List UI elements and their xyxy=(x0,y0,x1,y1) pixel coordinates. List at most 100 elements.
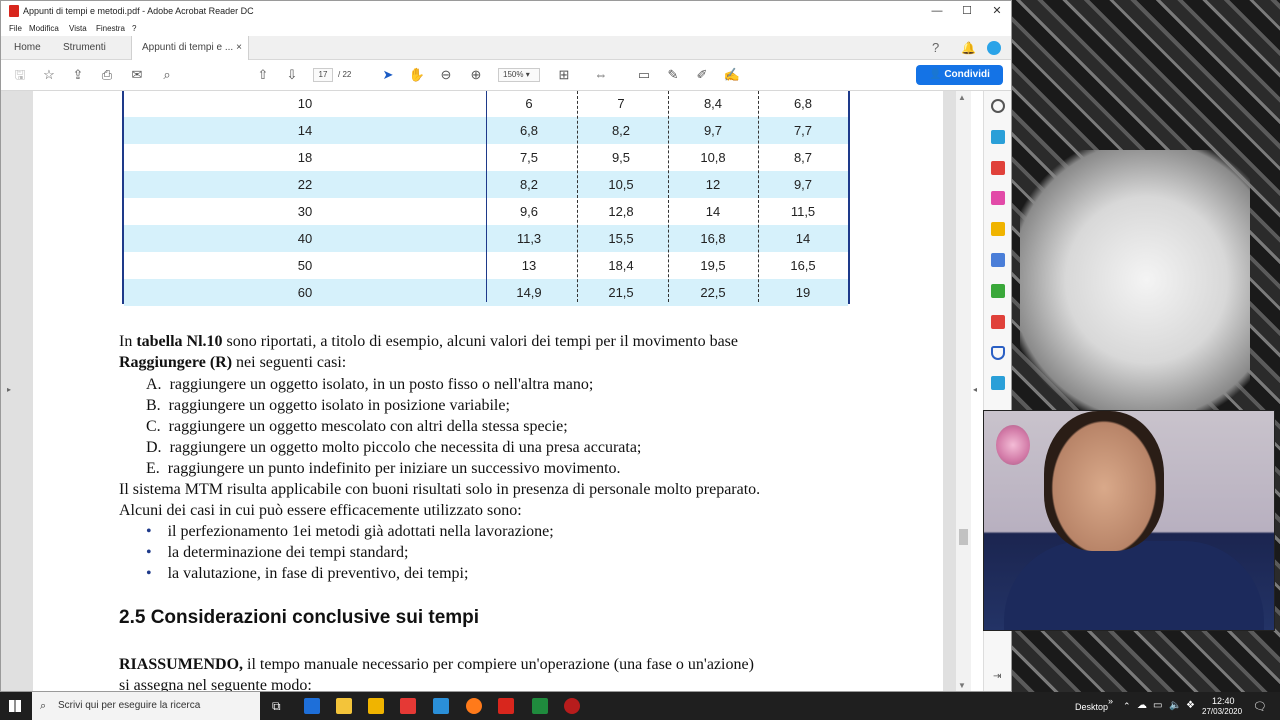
account-avatar[interactable] xyxy=(987,41,1001,55)
scroll-up-icon[interactable]: ▲ xyxy=(958,93,966,102)
draw-icon[interactable]: ✐ xyxy=(693,66,711,84)
tab-tools[interactable]: Strumenti xyxy=(63,36,106,60)
scroll-down-icon[interactable]: ▼ xyxy=(958,681,966,690)
table-cell: 10 xyxy=(297,96,313,111)
help-icon[interactable]: ? xyxy=(932,36,939,60)
table-cell: 6 xyxy=(525,96,533,111)
sign-icon[interactable] xyxy=(991,315,1005,329)
zoom-in-icon[interactable]: ⊕ xyxy=(467,66,485,84)
zoom-value: 150% xyxy=(503,70,524,79)
table-cell: 7,7 xyxy=(793,123,813,138)
upload-cloud-icon[interactable]: ⇪ xyxy=(69,66,87,84)
scroll-thumb[interactable] xyxy=(959,529,968,545)
zoom-out-icon[interactable]: ⊖ xyxy=(437,66,455,84)
share-user-icon: 👤 xyxy=(929,69,945,80)
recorder-icon[interactable] xyxy=(564,698,580,714)
table-divider xyxy=(577,91,578,302)
zoom-tool-icon[interactable] xyxy=(991,99,1005,113)
person-body xyxy=(1004,541,1264,630)
page-number-input[interactable]: 17 xyxy=(313,68,333,82)
tray-up-icon[interactable]: ⌃ xyxy=(1123,701,1131,712)
network-icon[interactable]: ▭ xyxy=(1153,700,1162,711)
hand-tool-icon[interactable]: ✋ xyxy=(408,66,426,84)
edge-icon[interactable] xyxy=(304,698,320,714)
cloud-icon[interactable]: ☁ xyxy=(1137,700,1147,711)
organize-pages-icon[interactable] xyxy=(991,191,1005,205)
tab-close-icon[interactable]: × xyxy=(236,36,242,60)
star-icon[interactable]: ☆ xyxy=(40,66,58,84)
acrobat-window: Appunti di tempi e metodi.pdf - Adobe Ac… xyxy=(0,0,1012,692)
menu-modifica[interactable]: Modifica xyxy=(29,24,59,33)
volume-icon[interactable]: 🔈 xyxy=(1169,700,1181,711)
table-cell: 14 xyxy=(297,123,313,138)
pdf-page: 10 6 7 8,4 6,8 14 6,8 8,2 9,7 7,7 18 7,5 9,5 10,8 8,7 2… xyxy=(33,91,943,691)
excel-icon[interactable] xyxy=(532,698,548,714)
fill-sign-icon[interactable]: ✍ xyxy=(723,66,741,84)
page-down-icon[interactable]: ⇩ xyxy=(283,66,301,84)
menu-vista[interactable]: Vista xyxy=(69,24,87,33)
tab-document[interactable]: Appunti di tempi e ... × xyxy=(131,36,249,60)
select-cursor-icon[interactable]: ➤ xyxy=(379,66,397,84)
toolbar: 🖫 ☆ ⇪ ⎙ ✉ ⌕ ⇧ ⇩ 17 / 22 ➤ ✋ ⊖ ⊕ 150% ▾ ⊞… xyxy=(1,60,1011,91)
menu-help[interactable]: ? xyxy=(132,24,136,33)
clock-time[interactable]: 12:40 xyxy=(1212,696,1235,706)
page-up-icon[interactable]: ⇧ xyxy=(254,66,272,84)
minimize-button[interactable]: — xyxy=(923,3,951,19)
table-cell: 18 xyxy=(297,150,313,165)
table-cell: 8,2 xyxy=(611,123,631,138)
send-track-icon[interactable] xyxy=(991,376,1005,390)
fill-form-icon[interactable] xyxy=(991,284,1005,298)
pdf-file-icon xyxy=(9,5,19,17)
export-pdf-icon[interactable] xyxy=(991,161,1005,175)
bell-icon[interactable]: 🔔 xyxy=(961,36,976,60)
table-divider xyxy=(486,91,487,302)
windows-start-icon[interactable] xyxy=(9,700,21,712)
maximize-button[interactable]: ☐ xyxy=(953,3,981,19)
email-icon[interactable]: ✉ xyxy=(128,66,146,84)
fit-page-icon[interactable]: ⊞ xyxy=(555,66,573,84)
taskbar: ⌕ Scrivi qui per eseguire la ricerca ⧉ D… xyxy=(0,692,1280,720)
mail-icon[interactable] xyxy=(433,698,449,714)
protect-shield-icon[interactable] xyxy=(991,346,1005,360)
search-icon[interactable]: ⌕ xyxy=(158,66,176,84)
highlight-pen-icon[interactable]: ✎ xyxy=(664,66,682,84)
table-cell: 9,7 xyxy=(703,123,723,138)
table-cell: 18,4 xyxy=(608,258,634,273)
create-pdf-icon[interactable] xyxy=(991,130,1005,144)
dropbox-icon[interactable]: ❖ xyxy=(1186,700,1195,711)
toolbar-chevron-icon[interactable]: » xyxy=(1108,696,1113,706)
expand-panel-icon[interactable]: ⇥ xyxy=(993,671,1001,682)
task-view-icon[interactable]: ⧉ xyxy=(272,699,281,714)
clock-date[interactable]: 27/03/2020 xyxy=(1202,707,1242,716)
menu-file[interactable]: File xyxy=(9,24,22,33)
combine-files-icon[interactable] xyxy=(991,253,1005,267)
right-panel-toggle-icon[interactable]: ◂ xyxy=(973,385,977,394)
gift-app-icon[interactable] xyxy=(400,698,416,714)
file-explorer-icon[interactable] xyxy=(336,698,352,714)
comment-icon[interactable]: ▭ xyxy=(635,66,653,84)
bullet-item: • il perfezionamento 1ei metodi già adot… xyxy=(146,523,554,540)
menu-finestra[interactable]: Finestra xyxy=(96,24,125,33)
table-cell: 22,5 xyxy=(700,285,726,300)
save-icon[interactable]: 🖫 xyxy=(11,66,29,84)
title-bar: Appunti di tempi e metodi.pdf - Adobe Ac… xyxy=(1,1,1011,21)
notifications-icon[interactable]: 🗨 xyxy=(1253,700,1267,713)
scroll-mode-icon[interactable]: ⇔ xyxy=(592,66,610,84)
close-window-button[interactable]: ✕ xyxy=(983,3,1011,19)
bullet-item: • la valutazione, in fase di preventivo,… xyxy=(146,565,469,582)
print-icon[interactable]: ⎙ xyxy=(98,66,116,84)
taskbar-search-input[interactable]: ⌕ Scrivi qui per eseguire la ricerca xyxy=(32,692,260,720)
tab-home[interactable]: Home xyxy=(14,36,41,60)
store-icon[interactable] xyxy=(368,698,384,714)
list-item: E. raggiungere un punto indefinito per i… xyxy=(146,460,621,477)
firefox-icon[interactable] xyxy=(466,698,482,714)
zoom-select[interactable]: 150% ▾ xyxy=(498,68,540,82)
comment-tool-icon[interactable] xyxy=(991,222,1005,236)
table-cell: 12 xyxy=(705,177,721,192)
left-panel-toggle-icon[interactable]: ▸ xyxy=(7,385,11,394)
desktop-toolbar-label[interactable]: Desktop xyxy=(1075,702,1108,712)
share-button[interactable]: 👤 Condividi xyxy=(916,65,1003,85)
acrobat-taskbar-icon[interactable] xyxy=(498,698,514,714)
vertical-scrollbar[interactable]: ▲ ▼ xyxy=(956,91,971,691)
table-cell: 8,7 xyxy=(793,150,813,165)
